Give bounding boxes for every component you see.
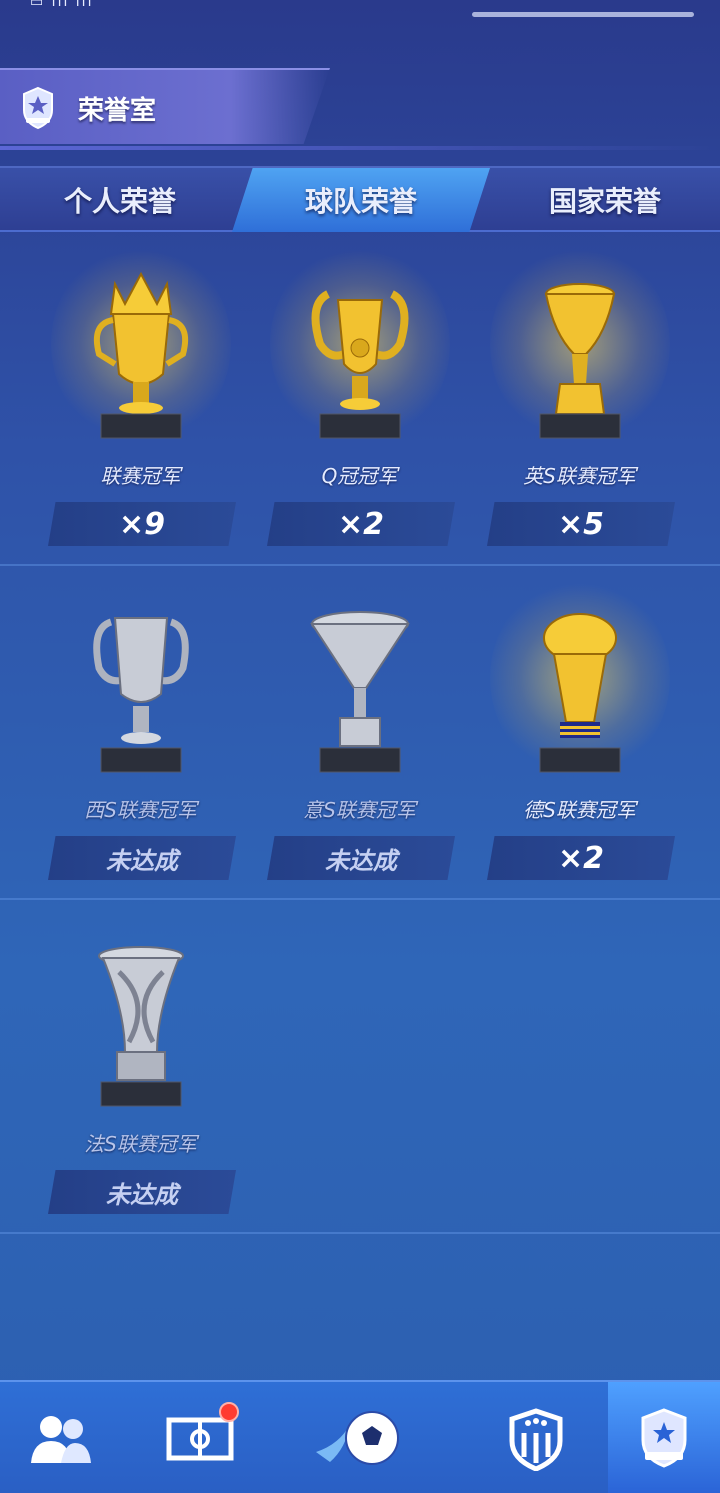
trophy-name: 德S联赛冠军 [523,798,636,822]
gold-globe-trophy-icon [539,613,621,773]
nav-match[interactable] [300,1382,420,1493]
gold-cup-trophy-icon [311,290,409,439]
tab-team-honors[interactable]: 球队荣誉 [232,168,490,232]
gold-crown-trophy-icon [93,271,189,439]
silver-twisted-trophy-icon [98,946,184,1107]
trophy-count: ×2 [487,836,675,880]
tab-label: 球队荣誉 [304,185,417,218]
tab-personal-honors[interactable]: 个人荣誉 [0,168,240,232]
tab-label: 国家荣誉 [548,185,661,218]
soccer-ball-icon [316,1410,399,1465]
trophy-name: 西S联赛冠军 [84,798,197,822]
trophy-card[interactable]: 联赛冠军 ×9 [31,234,250,566]
club-badge-icon [509,1407,563,1471]
trophy-status: 未达成 [48,1170,236,1214]
trophy-name: 联赛冠军 [100,464,181,488]
players-icon [31,1415,91,1463]
status-bar: ▭ ıll ıll [0,0,720,22]
nav-club[interactable] [476,1382,596,1493]
tab-national-honors[interactable]: 国家荣誉 [490,168,720,232]
trophy-name: 法S联赛冠军 [84,1132,197,1156]
trophy-card[interactable]: 西S联赛冠军 未达成 [31,568,250,900]
trophy-emblem-icon [23,86,53,130]
notification-badge [219,1402,239,1422]
trophy-row: 西S联赛冠军 未达成 意S联赛冠军 未达成 德S联赛冠军 ×2 [0,568,720,900]
status-indicator [472,12,694,17]
nav-pitch[interactable] [140,1382,260,1493]
trophy-card[interactable]: 德S联赛冠军 ×2 [470,568,689,900]
trophy-status: 未达成 [267,836,455,880]
trophy-row: 法S联赛冠军 未达成 [0,902,720,1234]
trophy-name: Q冠冠军 [321,464,398,488]
trophy-card[interactable]: 法S联赛冠军 未达成 [31,902,250,1234]
trophy-status: 未达成 [48,836,236,880]
gold-winged-trophy-icon [539,283,621,439]
trophy-card[interactable]: 英S联赛冠军 ×5 [470,234,689,566]
trophy-card[interactable]: 意S联赛冠军 未达成 [250,568,469,900]
status-icons-left: ▭ ıll ıll [30,0,94,10]
nav-players[interactable] [0,1382,120,1493]
nav-honors[interactable] [608,1382,720,1493]
trophy-name: 英S联赛冠军 [523,464,636,488]
trophy-badge-icon [641,1407,687,1468]
trophy-row: 联赛冠军 ×9 Q冠冠军 ×2 英S联赛冠军 ×5 [0,234,720,566]
silver-cup-trophy-icon [93,617,189,773]
silver-funnel-trophy-icon [310,611,410,773]
trophy-count: ×5 [487,502,675,546]
trophy-name: 意S联赛冠军 [303,798,416,822]
page-header: 荣誉室 [0,68,330,144]
tab-label: 个人荣誉 [63,185,176,218]
trophy-count: ×2 [267,502,455,546]
trophy-count: ×9 [48,502,236,546]
header-divider [0,146,720,150]
trophy-card[interactable]: Q冠冠军 ×2 [250,234,469,566]
trophy-grid: 联赛冠军 ×9 Q冠冠军 ×2 英S联赛冠军 ×5 西S联赛冠军 未达成 意S联… [0,234,720,1376]
bottom-nav [0,1380,720,1493]
page-title: 荣誉室 [78,96,157,126]
tab-bar: 个人荣誉 球队荣誉 国家荣誉 [0,166,720,232]
